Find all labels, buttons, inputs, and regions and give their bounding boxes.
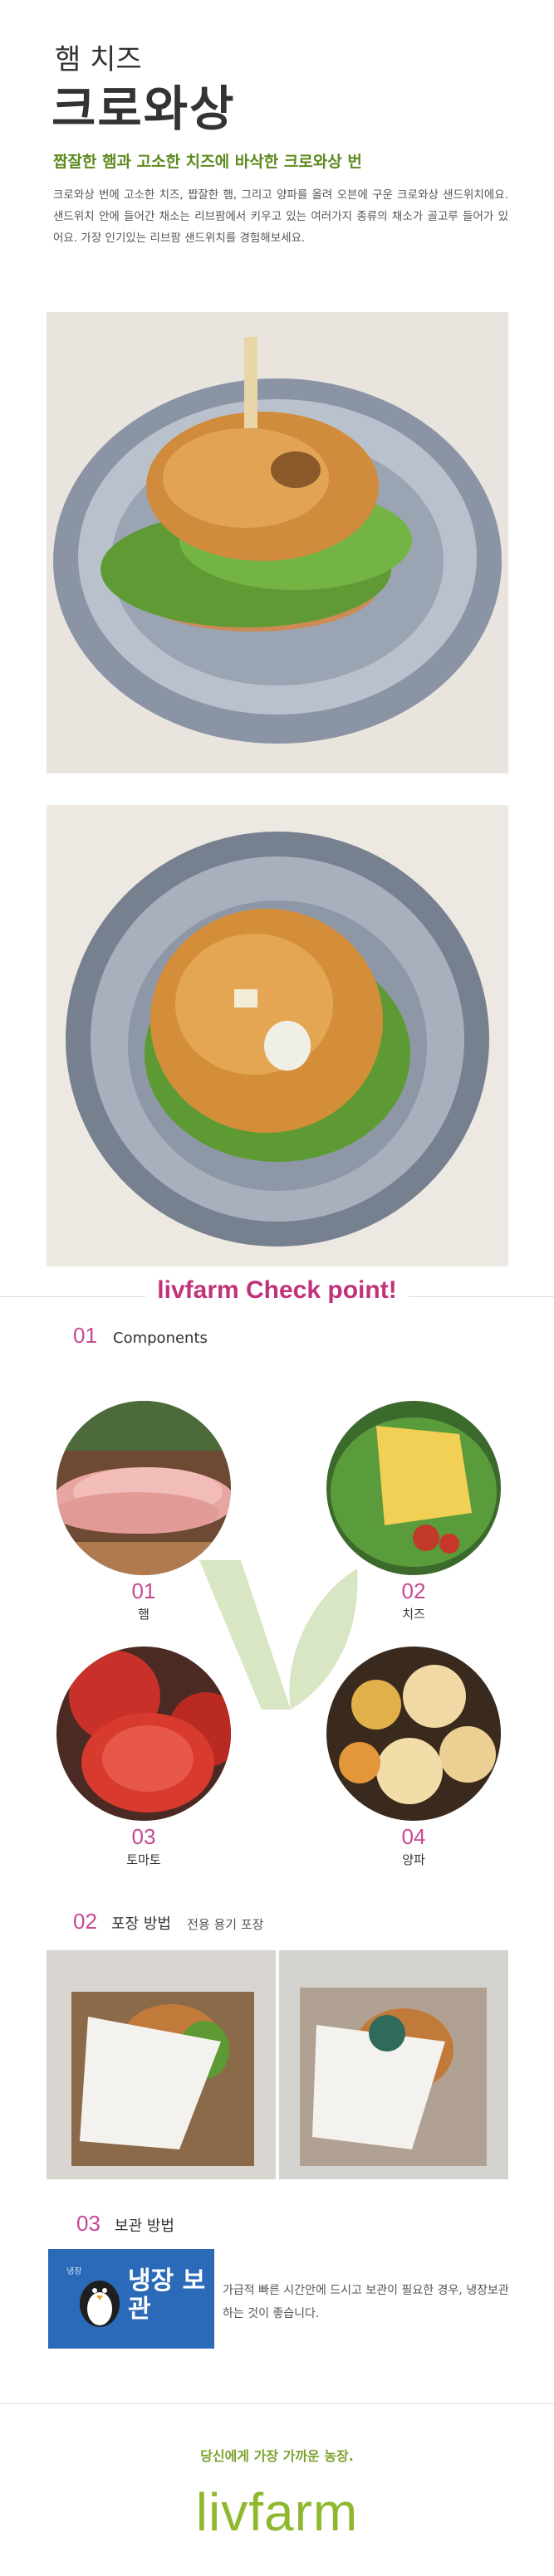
section-label: Components bbox=[113, 1329, 208, 1347]
section-number: 03 bbox=[76, 2211, 101, 2236]
component-name: 치즈 bbox=[402, 1607, 425, 1622]
section-storage-header: 03 보관 방법 bbox=[76, 2211, 174, 2237]
section-number: 01 bbox=[73, 1323, 97, 1348]
component-name: 토마토 bbox=[126, 1852, 161, 1867]
brand-logo: livfarm bbox=[195, 2482, 359, 2542]
packaging-photo-closed bbox=[279, 1950, 508, 2179]
section-number: 02 bbox=[73, 1909, 97, 1934]
section-label: 보관 방법 bbox=[115, 2217, 174, 2235]
packaging-photo-open bbox=[47, 1950, 276, 2179]
component-image-cheese bbox=[326, 1401, 501, 1575]
section-components-header: 01 Components bbox=[73, 1323, 208, 1349]
component-image-ham bbox=[56, 1401, 231, 1575]
checkpoint-title-wrap: livfarm Check point! bbox=[0, 1276, 554, 1305]
product-photo-side bbox=[47, 312, 508, 773]
component-image-tomato bbox=[56, 1647, 231, 1821]
product-tagline: 짭잘한 햄과 고소한 치즈에 바삭한 크로와상 번 bbox=[53, 153, 362, 171]
component-number: 04 bbox=[401, 1824, 426, 1849]
component-name: 햄 bbox=[138, 1607, 150, 1622]
storage-description: 가급적 빠른 시간안에 드시고 보관이 필요한 경우, 냉장보관 하는 것이 좋… bbox=[223, 2284, 509, 2320]
badge-large-label: 냉장 보관 bbox=[128, 2266, 206, 2324]
component-number: 03 bbox=[131, 1824, 156, 1849]
badge-small-label: 냉장 bbox=[66, 2267, 82, 2276]
component-image-onion bbox=[326, 1647, 501, 1821]
product-title: 크로와상 bbox=[51, 80, 236, 137]
component-number: 02 bbox=[401, 1578, 426, 1603]
checkpoint-title: livfarm Check point! bbox=[145, 1276, 409, 1304]
penguin-icon bbox=[80, 2281, 120, 2327]
footer-tagline: 당신에게 가장 가까운 농장. bbox=[200, 2448, 354, 2464]
product-photo-top bbox=[47, 805, 508, 1266]
footer-divider bbox=[0, 2403, 554, 2404]
section-sublabel: 전용 용기 포장 bbox=[187, 1917, 264, 1932]
section-label: 포장 방법 bbox=[111, 1915, 171, 1933]
product-description: 크로와상 번에 고소한 치즈, 짭잘한 햄, 그리고 양파를 올려 오븐에 구운… bbox=[53, 188, 508, 245]
refrigerate-badge: 냉장 냉장 보관 bbox=[48, 2249, 214, 2349]
section-packaging-header: 02 포장 방법 전용 용기 포장 bbox=[73, 1909, 263, 1934]
component-name: 양파 bbox=[402, 1852, 425, 1867]
component-number: 01 bbox=[131, 1578, 156, 1603]
